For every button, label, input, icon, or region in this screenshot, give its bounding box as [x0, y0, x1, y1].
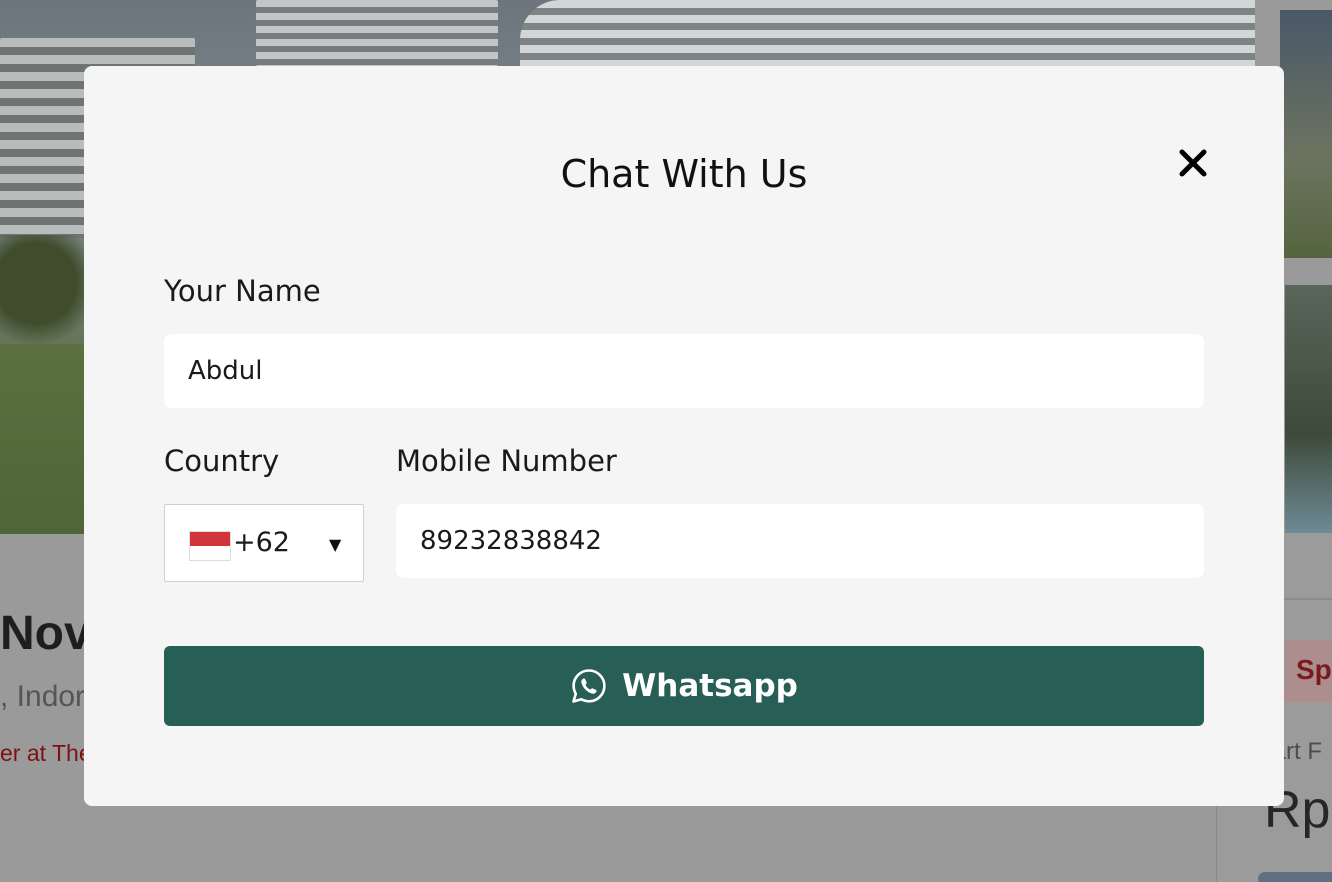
- building-center: [256, 0, 498, 66]
- gallery-thumbnail-2: [1285, 285, 1332, 533]
- listing-location: , Indor: [0, 680, 86, 713]
- whatsapp-icon: [572, 669, 606, 703]
- building-right: [520, 0, 1255, 66]
- side-divider: [1284, 598, 1332, 600]
- whatsapp-button[interactable]: Whatsapp: [164, 646, 1204, 726]
- listing-title: Nov: [0, 607, 91, 660]
- indonesia-flag-icon: [189, 531, 231, 561]
- close-button[interactable]: [1176, 146, 1210, 180]
- mobile-number-input[interactable]: [396, 504, 1204, 578]
- country-code-value: +62: [233, 527, 290, 558]
- name-label: Your Name: [164, 274, 321, 308]
- whatsapp-button-label: Whatsapp: [622, 668, 798, 704]
- country-code-select[interactable]: +62 ▼: [164, 504, 364, 582]
- special-badge-text: Sp: [1296, 654, 1332, 685]
- modal-title: Chat With Us: [560, 152, 808, 196]
- close-icon: [1179, 149, 1207, 177]
- dropdown-caret-icon: ▼: [329, 535, 342, 554]
- name-input[interactable]: [164, 334, 1204, 408]
- chat-modal: Chat With Us Your Name Country +62 ▼ Mob…: [84, 66, 1284, 806]
- special-badge: Sp: [1284, 640, 1332, 702]
- trees: [0, 235, 90, 355]
- side-button: [1258, 872, 1332, 882]
- gallery-thumbnail-1: [1280, 10, 1332, 258]
- mobile-label: Mobile Number: [396, 444, 617, 478]
- country-label: Country: [164, 444, 280, 478]
- listing-promo: er at The: [0, 740, 92, 766]
